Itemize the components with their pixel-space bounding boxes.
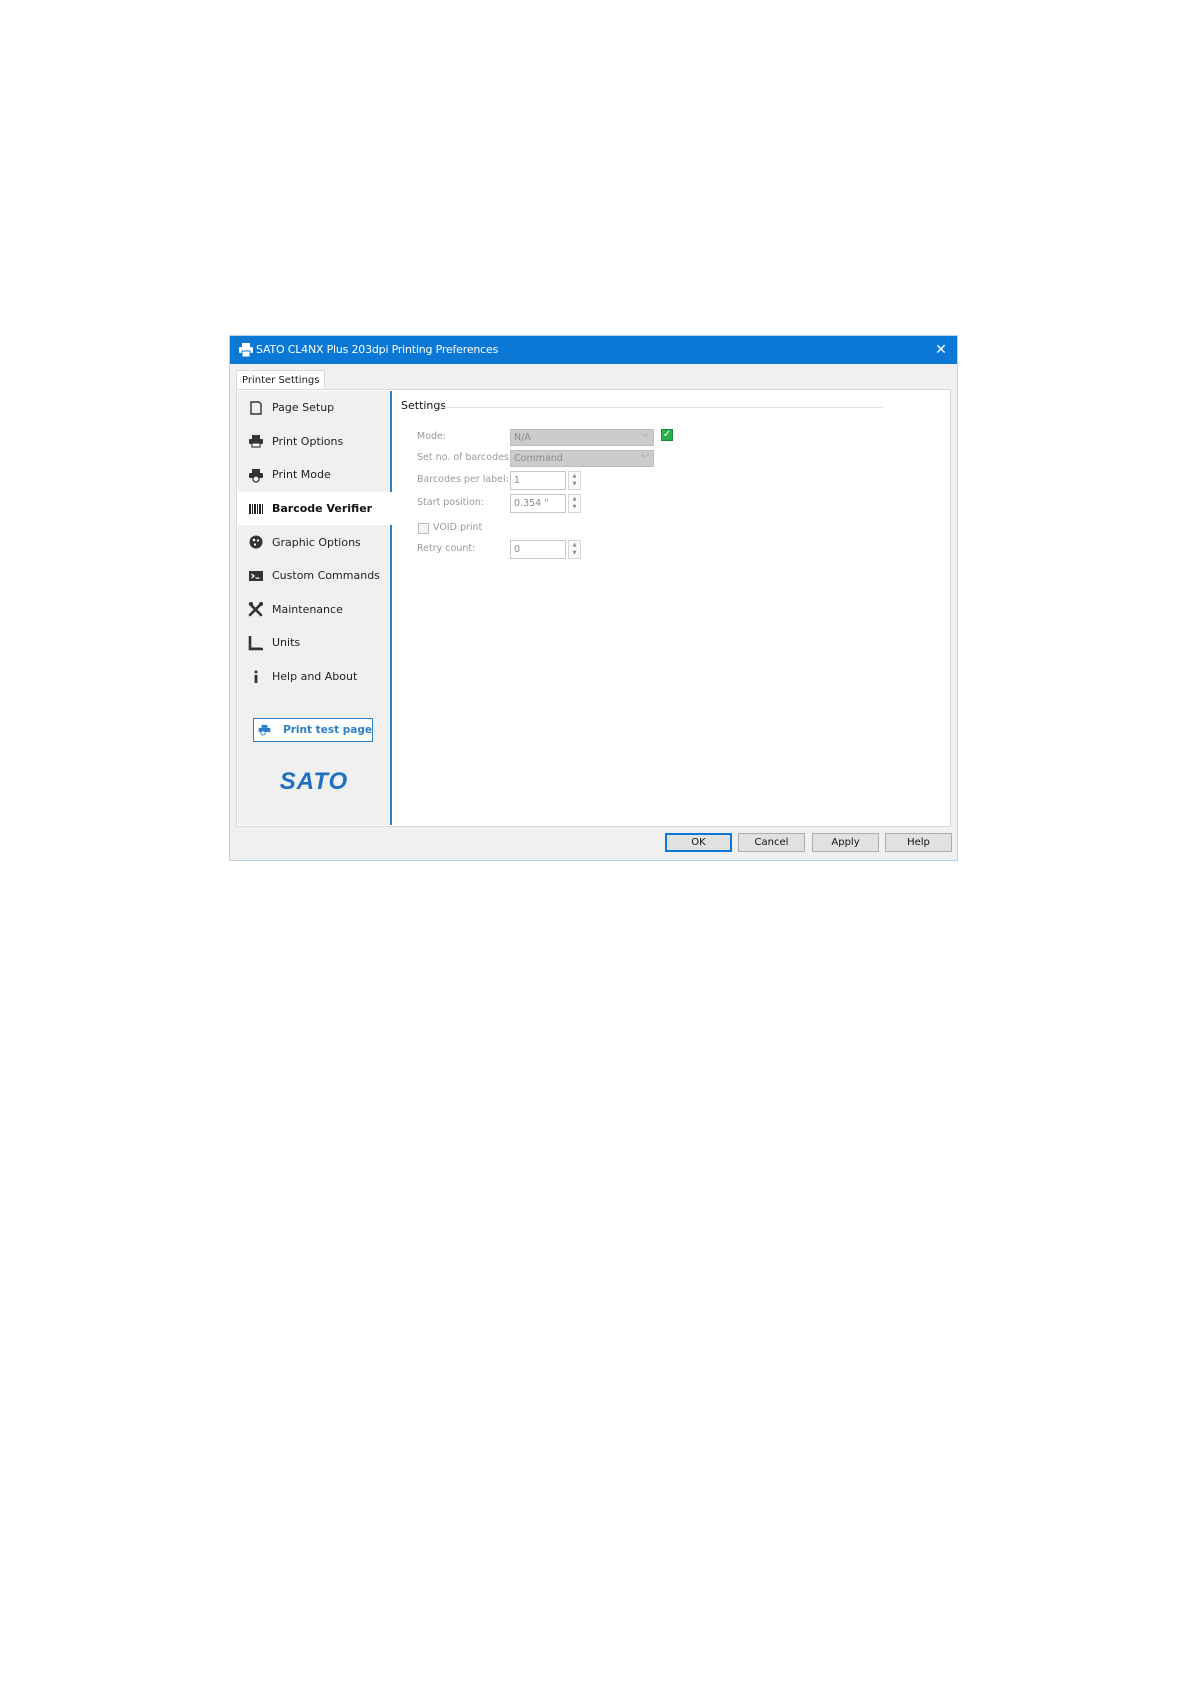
tab-printer-settings[interactable]: Printer Settings — [236, 370, 326, 390]
title-bar: SATO CL4NX Plus 203dpi Printing Preferen… — [230, 336, 957, 364]
print-mode-icon — [249, 468, 263, 483]
sidebar-item-label: Custom Commands — [272, 569, 380, 583]
sidebar-item-label: Barcode Verifier — [272, 502, 373, 516]
printing-preferences-dialog: SATO CL4NX Plus 203dpi Printing Preferen… — [229, 335, 958, 861]
ok-button[interactable]: OK — [665, 833, 732, 852]
start-position-stepper[interactable]: ▲ ▼ — [568, 494, 581, 513]
void-print-label: VOID print — [433, 522, 483, 533]
mode-value: N/A — [514, 432, 531, 443]
help-button[interactable]: Help — [885, 833, 952, 852]
printer-icon — [258, 724, 271, 736]
sidebar-item-help-about[interactable]: Help and About — [238, 660, 390, 694]
apply-button[interactable]: Apply — [812, 833, 879, 852]
start-position-label: Start position: — [417, 497, 485, 508]
start-position-input[interactable]: 0.354 " — [510, 494, 566, 513]
sidebar-item-barcode-verifier[interactable]: Barcode Verifier — [238, 491, 392, 526]
barcodes-per-label-stepper[interactable]: ▲ ▼ — [568, 471, 581, 490]
close-icon[interactable]: ✕ — [931, 340, 951, 360]
graphic-icon — [249, 535, 263, 549]
sidebar-item-units[interactable]: Units — [238, 626, 390, 660]
chevron-down-icon: ﹀ — [641, 433, 649, 442]
sidebar-item-label: Print Mode — [272, 468, 331, 482]
print-test-page-label: Print test page — [283, 724, 372, 736]
barcodes-count-value: Command — [514, 453, 563, 464]
sato-logo: SATO — [280, 769, 348, 793]
printer-icon — [249, 435, 263, 448]
barcode-verifier-content: Settings Mode: N/A ﹀ ✓ Set no. of barcod… — [397, 390, 949, 824]
barcodes-per-label-input[interactable]: 1 — [510, 471, 566, 490]
settings-panel: Page Setup Print Options Print Mode Barc… — [236, 389, 951, 827]
sidebar-item-print-mode[interactable]: Print Mode — [238, 458, 390, 492]
barcodes-count-dropdown[interactable]: Command ﹀ — [510, 450, 654, 467]
info-icon — [254, 670, 258, 683]
sidebar-item-maintenance[interactable]: Maintenance — [238, 593, 390, 627]
retry-count-input[interactable]: 0 — [510, 540, 566, 559]
retry-count-stepper[interactable]: ▲ ▼ — [568, 540, 581, 559]
barcodes-count-label: Set no. of barcodes: — [417, 452, 513, 463]
checkmark-icon: ✓ — [661, 429, 673, 441]
cancel-button[interactable]: Cancel — [738, 833, 805, 852]
void-print-checkbox[interactable] — [418, 523, 429, 534]
section-divider — [443, 407, 883, 408]
sidebar-item-page-setup[interactable]: Page Setup — [238, 391, 390, 425]
sidebar-item-custom-commands[interactable]: Custom Commands — [238, 559, 390, 593]
sidebar-item-label: Graphic Options — [272, 535, 361, 549]
printer-icon — [239, 343, 253, 357]
sidebar-item-label: Units — [272, 636, 301, 650]
sidebar-item-graphic-options[interactable]: Graphic Options — [238, 525, 390, 559]
dialog-footer: OK Cancel Apply Help — [230, 833, 957, 861]
section-title: Settings — [401, 399, 447, 412]
print-test-page-button[interactable]: Print test page — [253, 718, 373, 742]
barcode-icon — [249, 503, 263, 514]
window-title: SATO CL4NX Plus 203dpi Printing Preferen… — [256, 343, 499, 356]
sidebar: Page Setup Print Options Print Mode Barc… — [238, 391, 392, 825]
sidebar-item-print-options[interactable]: Print Options — [238, 425, 390, 459]
terminal-icon — [249, 570, 263, 581]
sidebar-item-label: Maintenance — [272, 602, 343, 616]
chevron-down-icon: ﹀ — [641, 454, 649, 463]
sidebar-item-label: Help and About — [272, 670, 358, 684]
mode-dropdown[interactable]: N/A ﹀ — [510, 429, 654, 446]
retry-count-label: Retry count: — [417, 543, 476, 554]
ruler-icon — [248, 635, 263, 651]
mode-label: Mode: — [417, 431, 447, 442]
barcodes-per-label-label: Barcodes per label: — [417, 474, 509, 485]
wrench-icon — [248, 602, 263, 617]
sidebar-item-label: Print Options — [272, 434, 344, 448]
sidebar-item-label: Page Setup — [272, 401, 335, 415]
page-icon — [250, 401, 262, 415]
svg-text:SATO: SATO — [280, 769, 348, 793]
